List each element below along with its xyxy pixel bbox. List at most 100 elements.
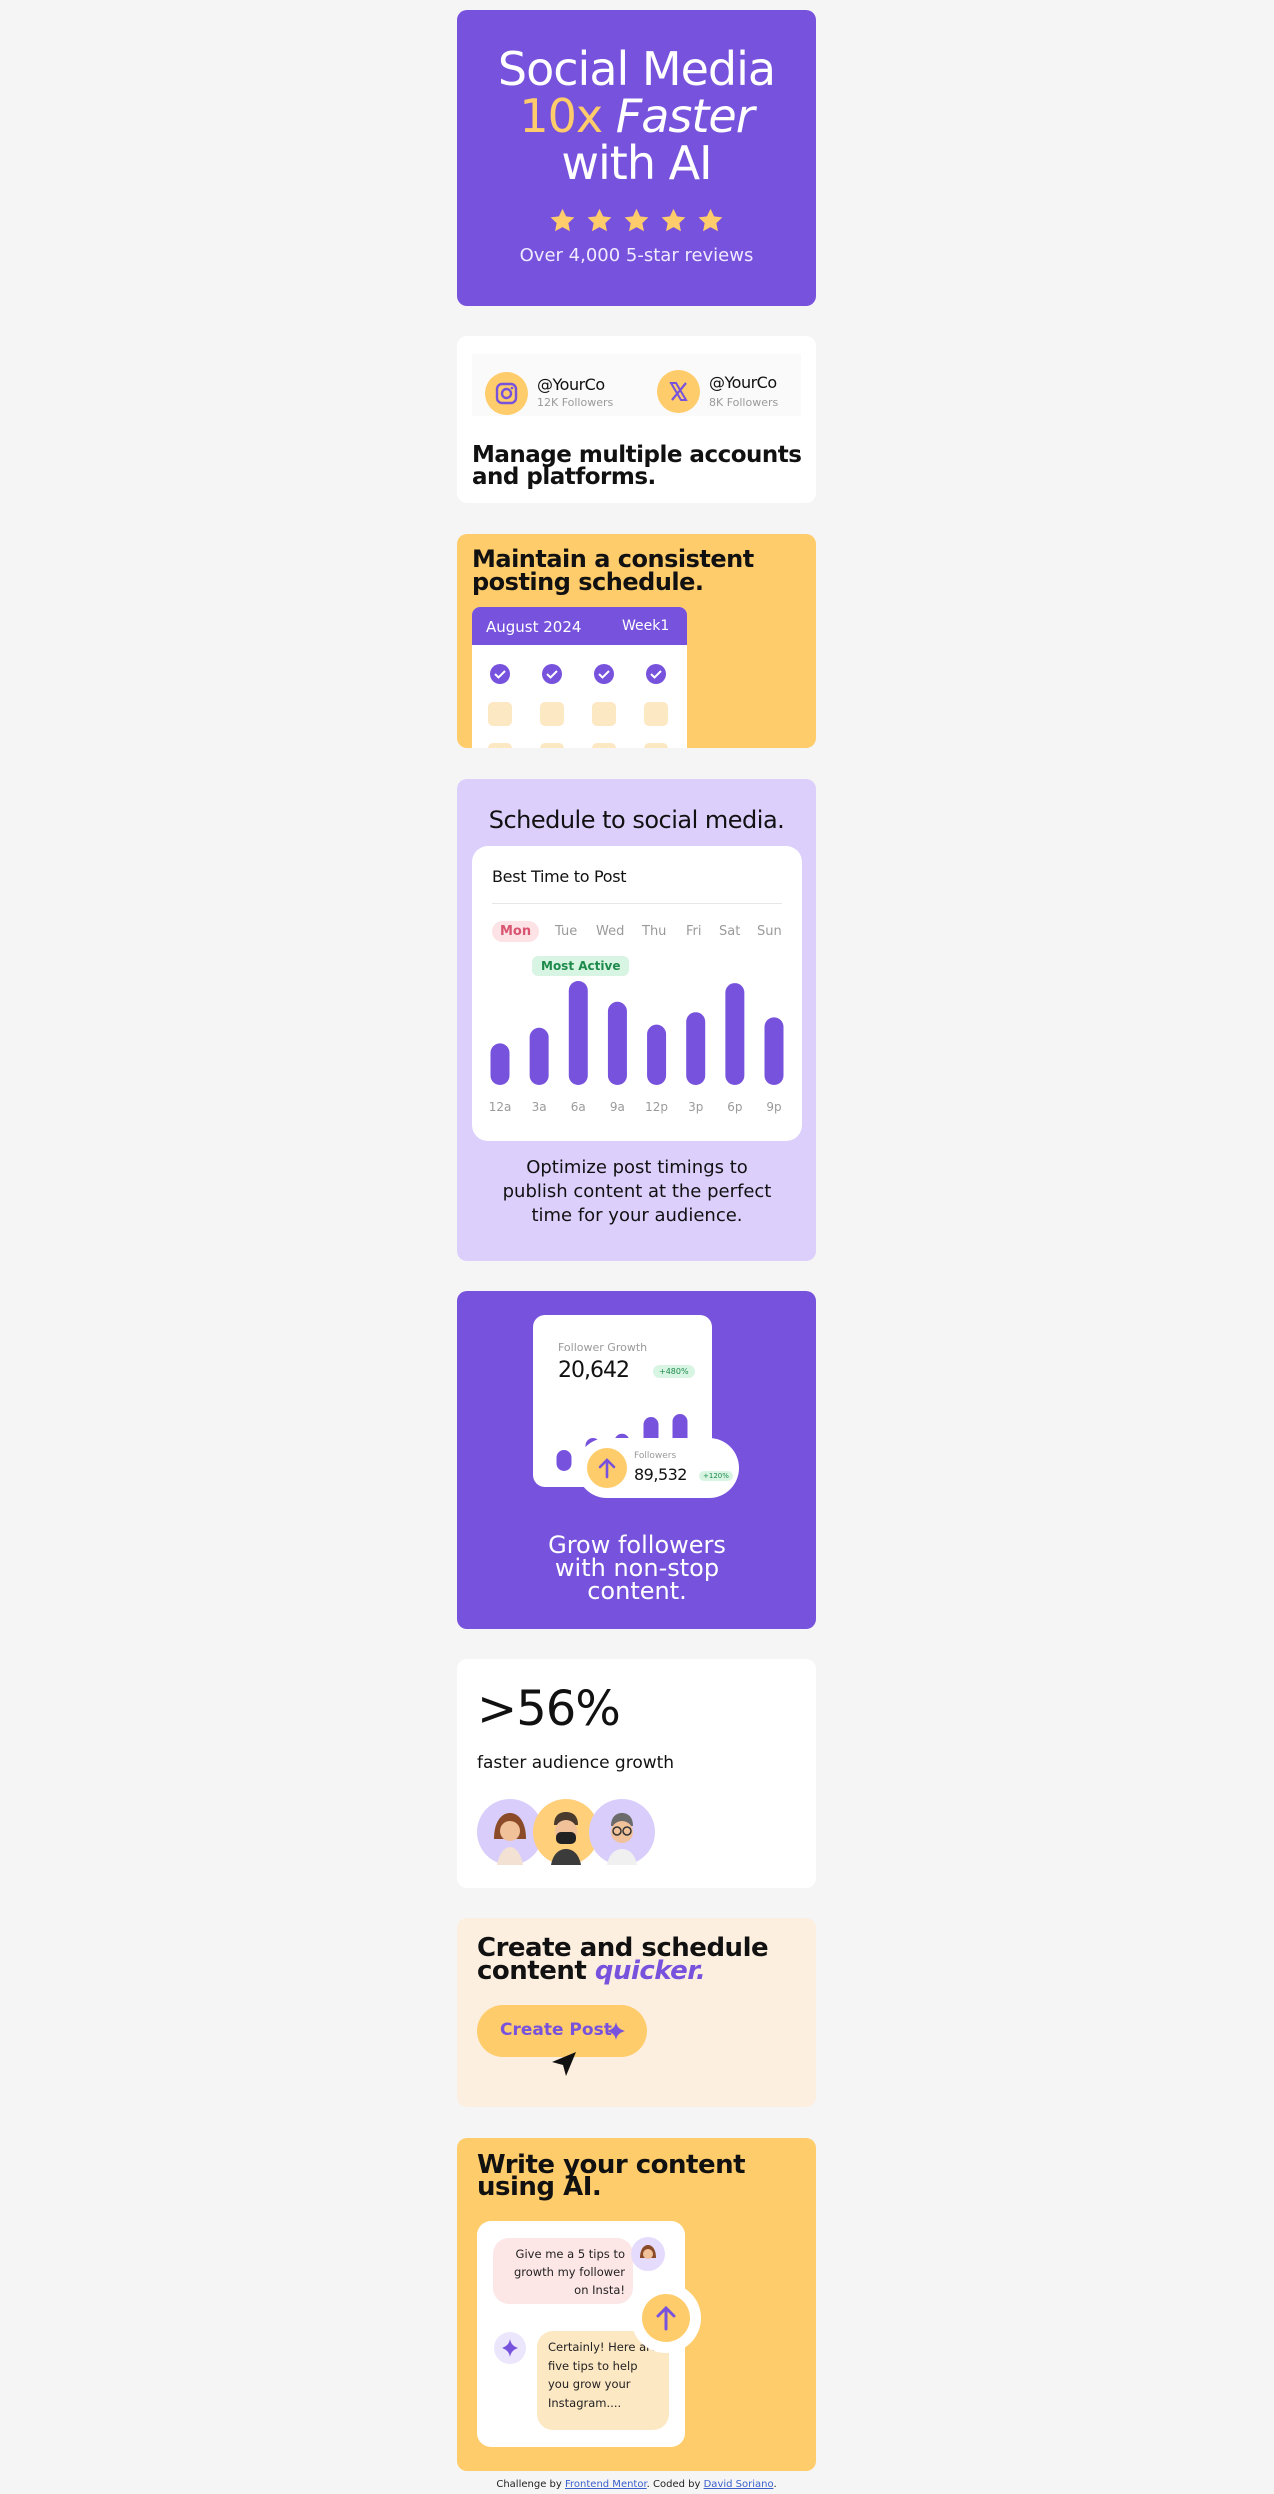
calendar-slot[interactable] bbox=[488, 702, 512, 726]
followers-label: Followers bbox=[634, 1451, 677, 1461]
footer-mid: . Coded by bbox=[646, 2479, 701, 2490]
day-tab-tue[interactable]: Tue bbox=[555, 924, 577, 939]
hero-line2: 10x Faster bbox=[457, 93, 816, 140]
calendar-slot[interactable] bbox=[592, 702, 616, 726]
footer-suffix: . bbox=[773, 2479, 777, 2490]
check-icon bbox=[594, 664, 614, 684]
calendar-slot[interactable] bbox=[540, 743, 564, 748]
growth-card: Follower Growth 20,642 +480% Followers 8… bbox=[457, 1291, 816, 1629]
schedule-card: Maintain a consistent posting schedule. … bbox=[457, 534, 816, 748]
star-icon bbox=[624, 208, 649, 232]
chart-bar bbox=[568, 981, 588, 1085]
day-tab-mon[interactable]: Mon bbox=[492, 921, 540, 942]
account-chip-instagram[interactable]: @YourCo 12K Followers bbox=[477, 372, 627, 418]
write-title: Write your content using AI. bbox=[477, 2150, 746, 2202]
calendar-slot[interactable] bbox=[644, 702, 668, 726]
x-icon-wrap bbox=[657, 370, 700, 413]
calendar-grid bbox=[488, 664, 668, 748]
calendar-slot[interactable] bbox=[644, 743, 668, 748]
chart-bar bbox=[529, 1027, 549, 1085]
account-handle: @YourCo bbox=[709, 373, 777, 392]
chart-tick-label: 9p bbox=[766, 1100, 781, 1114]
hero-line1: Social Media bbox=[497, 42, 776, 96]
check-icon bbox=[490, 664, 510, 684]
cursor-pointer-icon bbox=[552, 2052, 576, 2076]
stat-card: >56% faster audience growth bbox=[457, 1659, 816, 1888]
followers-pill: Followers 89,532 +120% bbox=[577, 1438, 739, 1498]
create-post-label: Create Post bbox=[500, 2020, 612, 2040]
check-icon bbox=[646, 664, 666, 684]
instagram-icon bbox=[495, 382, 518, 405]
chart-tick-label: 6p bbox=[727, 1100, 742, 1114]
growth-title: Grow followers with non-stop content. bbox=[548, 1531, 726, 1605]
chart-tick-label: 9a bbox=[610, 1100, 625, 1114]
day-tab-thu[interactable]: Thu bbox=[642, 924, 666, 939]
day-tab-sat[interactable]: Sat bbox=[719, 924, 740, 939]
day-tab-wed[interactable]: Wed bbox=[596, 924, 624, 939]
user-message: Give me a 5 tips to growth my follower o… bbox=[493, 2238, 633, 2304]
chart-bar bbox=[490, 1043, 510, 1085]
star-rating bbox=[457, 207, 816, 235]
hero-accent: 10x bbox=[519, 89, 603, 143]
calendar-month: August 2024 bbox=[486, 618, 582, 636]
followers-value: 89,532 bbox=[634, 1465, 687, 1484]
send-button[interactable] bbox=[631, 2283, 701, 2353]
day-tab-fri[interactable]: Fri bbox=[686, 924, 702, 939]
chart-tick-label: 3p bbox=[688, 1100, 703, 1114]
arrow-up-icon-wrap bbox=[587, 1448, 627, 1488]
create-title-em: quicker. bbox=[594, 1956, 706, 1986]
best-time-chart: 12a 3a 6a 9a 12p 3p 6p 9p bbox=[489, 981, 784, 1114]
best-time-description: Optimize post timings to publish content… bbox=[502, 1157, 772, 1226]
frontend-mentor-link[interactable]: Frontend Mentor bbox=[565, 2479, 647, 2490]
calendar-slot[interactable] bbox=[592, 743, 616, 748]
hero-card: Social Media 10x Faster with AI Over 4,0… bbox=[457, 10, 816, 306]
star-icon bbox=[587, 208, 612, 232]
accounts-card: @YourCo 12K Followers @YourCo 8K Followe… bbox=[457, 336, 816, 503]
reviews-text: Over 4,000 5-star reviews bbox=[519, 245, 754, 266]
chart-tick-label: 3a bbox=[532, 1100, 547, 1114]
create-card: Create and schedule content quicker. Cre… bbox=[457, 1918, 816, 2107]
followers-pct-badge: +120% bbox=[699, 1471, 733, 1481]
star-icon bbox=[550, 208, 575, 232]
arrow-up-icon bbox=[598, 1458, 616, 1479]
calendar-slot[interactable] bbox=[540, 702, 564, 726]
growth-value: 20,642 bbox=[558, 1358, 630, 1383]
calendar-week: Week1 bbox=[622, 618, 670, 634]
growth-label: Follower Growth bbox=[558, 1341, 648, 1354]
panel-title: Best Time to Post bbox=[492, 867, 627, 886]
star-icon bbox=[661, 208, 686, 232]
star-icon bbox=[698, 208, 723, 232]
sparkle-icon bbox=[607, 2022, 625, 2040]
account-followers: 12K Followers bbox=[537, 396, 614, 409]
chart-bar bbox=[607, 1001, 627, 1085]
arrow-up-icon bbox=[656, 2305, 676, 2331]
create-title: Create and schedule content quicker. bbox=[477, 1935, 797, 1986]
growth-bar bbox=[556, 1450, 572, 1471]
chart-bar bbox=[764, 1017, 784, 1085]
author-link[interactable]: David Soriano bbox=[704, 2479, 774, 2490]
hero-line3: with AI bbox=[561, 136, 712, 190]
write-card: Write your content using AI. Give me a 5… bbox=[457, 2138, 816, 2471]
most-active-badge: Most Active bbox=[532, 956, 630, 976]
attribution-footer: Challenge by Frontend Mentor. Coded by D… bbox=[457, 2479, 816, 2490]
stat-label: faster audience growth bbox=[477, 1753, 675, 1773]
chart-tick-label: 12a bbox=[489, 1100, 512, 1114]
best-time-card: Schedule to social media. Best Time to P… bbox=[457, 779, 816, 1261]
day-tabs: Mon Tue Wed Thu Fri Sat Sun bbox=[492, 921, 802, 945]
stat-value: >56% bbox=[477, 1681, 621, 1737]
day-tab-sun[interactable]: Sun bbox=[757, 924, 782, 939]
calendar-header: August 2024 Week1 bbox=[472, 607, 687, 645]
account-handle: @YourCo bbox=[537, 375, 605, 394]
avatar bbox=[631, 2237, 665, 2271]
send-button-inner bbox=[642, 2294, 690, 2342]
hero-title: Social Media 10x Faster with AI bbox=[457, 46, 816, 187]
x-logo-icon bbox=[669, 382, 688, 401]
instagram-icon-wrap bbox=[485, 372, 528, 415]
chart-bar bbox=[686, 1012, 706, 1085]
avatar bbox=[589, 1799, 655, 1865]
account-chip-x[interactable]: @YourCo 8K Followers bbox=[649, 370, 799, 416]
calendar-slot[interactable] bbox=[488, 743, 512, 748]
check-icon bbox=[542, 664, 562, 684]
growth-pct-badge: +480% bbox=[653, 1365, 695, 1378]
accounts-title: Manage multiple accounts and platforms. bbox=[472, 442, 802, 490]
